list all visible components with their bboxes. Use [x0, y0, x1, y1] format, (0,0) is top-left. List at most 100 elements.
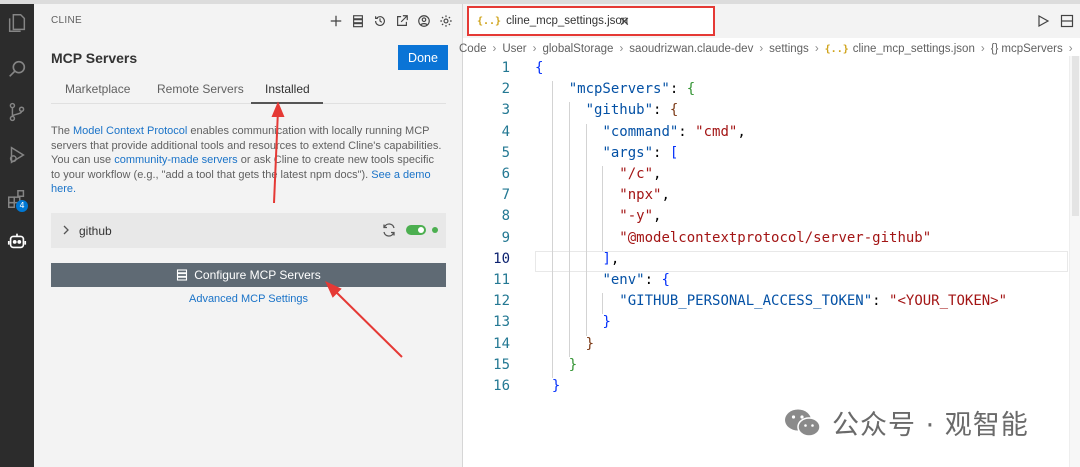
cline-robot-icon[interactable] — [2, 226, 32, 256]
popout-icon[interactable] — [393, 12, 410, 29]
refresh-icon[interactable] — [381, 222, 397, 238]
extensions-icon[interactable]: 4 — [2, 184, 32, 214]
tab-installed[interactable]: Installed — [265, 82, 310, 96]
code-line[interactable]: 6 "/c", — [463, 166, 1068, 187]
cline-panel: CLINE MCP Servers Done Marketplace Remot… — [34, 4, 463, 467]
configure-label: Configure MCP Servers — [194, 268, 321, 282]
line-number: 12 — [493, 293, 510, 310]
code-token: , — [610, 250, 620, 267]
code-line[interactable]: 9 "@modelcontextprotocol/server-github" — [463, 230, 1068, 251]
object-icon: {} — [990, 43, 999, 55]
code-line[interactable]: 7 "npx", — [463, 187, 1068, 208]
code-line[interactable]: 14 } — [463, 336, 1068, 357]
tab-remote-servers[interactable]: Remote Servers — [157, 82, 244, 96]
code-token: , — [737, 123, 746, 140]
code-line[interactable]: 12 "GITHUB_PERSONAL_ACCESS_TOKEN": "<YOU… — [463, 293, 1068, 314]
code-line[interactable]: 1{ — [463, 60, 1068, 81]
editor-tab-settings-json[interactable]: {..} cline_mcp_settings.json ✕ — [467, 6, 715, 36]
files-icon[interactable] — [2, 8, 32, 38]
breadcrumb-item[interactable]: User — [502, 43, 526, 55]
code-token: "mcpServers" — [568, 81, 670, 98]
line-content: } — [535, 336, 594, 352]
code-token: : — [678, 123, 696, 140]
breadcrumb-item[interactable]: Code — [459, 43, 487, 55]
line-content: } — [535, 378, 560, 394]
breadcrumb-item[interactable]: mcpServers — [1001, 43, 1062, 55]
code-token: "command" — [602, 123, 679, 140]
line-content: "args": [ — [535, 145, 678, 161]
code-token: : — [669, 81, 687, 98]
done-button[interactable]: Done — [398, 45, 448, 70]
code-token: { — [669, 102, 679, 119]
advanced-mcp-settings-link[interactable]: Advanced MCP Settings — [51, 293, 446, 305]
run-icon[interactable] — [1036, 14, 1050, 28]
indent-guide — [602, 293, 604, 315]
gear-icon[interactable] — [437, 12, 454, 29]
breadcrumb-item[interactable]: globalStorage — [542, 43, 613, 55]
code-token: { — [535, 60, 544, 76]
run-debug-icon[interactable] — [2, 140, 32, 170]
account-icon[interactable] — [415, 12, 432, 29]
history-icon[interactable] — [371, 12, 388, 29]
code-token: } — [585, 335, 595, 352]
split-editor-icon[interactable] — [1060, 14, 1074, 28]
model-context-protocol-link[interactable]: Model Context Protocol — [73, 125, 187, 137]
line-number: 2 — [501, 81, 510, 98]
code-token: : — [653, 102, 670, 119]
code-line[interactable]: 10 ], — [463, 250, 1068, 272]
code-token: "args" — [602, 144, 654, 161]
server-stack-icon[interactable] — [349, 12, 366, 29]
active-tab-indicator — [251, 102, 323, 104]
code-token: ] — [602, 250, 611, 267]
code-token: , — [661, 187, 670, 204]
code-token: { — [686, 81, 696, 98]
panel-title: CLINE — [51, 15, 82, 26]
code-line[interactable]: 15 } — [463, 357, 1068, 378]
line-content: "GITHUB_PERSONAL_ACCESS_TOKEN": "<YOUR_T… — [535, 293, 1007, 309]
server-row-github[interactable]: github — [51, 213, 446, 248]
community-servers-link[interactable]: community-made servers — [114, 154, 237, 166]
search-icon[interactable] — [2, 54, 32, 84]
code-token: } — [602, 314, 611, 331]
breadcrumb-separator: › — [1068, 43, 1073, 55]
code-token: , — [653, 166, 662, 182]
editor-scrollbar[interactable] — [1069, 56, 1080, 467]
breadcrumb-item[interactable]: saoudrizwan.claude-dev — [629, 43, 753, 55]
source-control-icon[interactable] — [2, 97, 32, 127]
line-content: "/c", — [535, 166, 661, 182]
close-icon[interactable]: ✕ — [619, 14, 630, 30]
line-content: "github": { — [535, 102, 679, 119]
line-content: ], — [535, 251, 619, 267]
code-line[interactable]: 3 "github": { — [463, 102, 1068, 123]
code-token: { — [661, 272, 670, 288]
plus-icon[interactable] — [327, 12, 344, 29]
tab-marketplace[interactable]: Marketplace — [65, 82, 130, 96]
line-number: 13 — [493, 314, 510, 331]
code-token: : — [872, 293, 890, 310]
code-line[interactable]: 2 "mcpServers": { — [463, 81, 1068, 102]
code-token: "github" — [585, 102, 654, 119]
breadcrumb-item[interactable]: cline_mcp_settings.json — [853, 43, 975, 55]
code-token: "env" — [602, 272, 645, 288]
server-stack-icon — [177, 269, 188, 281]
chevron-right-icon[interactable] — [60, 223, 72, 237]
code-line[interactable]: 16 } — [463, 378, 1068, 399]
scrollbar-thumb[interactable] — [1072, 56, 1079, 216]
code-line[interactable]: 8 "-y", — [463, 208, 1068, 229]
code-token: "/c" — [619, 166, 654, 182]
breadcrumb-item[interactable]: settings — [769, 43, 809, 55]
code-line[interactable]: 5 "args": [ — [463, 145, 1068, 166]
line-content: "env": { — [535, 272, 670, 288]
code-line[interactable]: 13 } — [463, 314, 1068, 335]
server-enabled-toggle[interactable] — [406, 225, 426, 235]
code-line[interactable]: 11 "env": { — [463, 272, 1068, 293]
line-number: 1 — [501, 60, 510, 76]
code-line[interactable]: 4 "command": "cmd", — [463, 124, 1068, 145]
configure-mcp-servers-button[interactable]: Configure MCP Servers — [51, 263, 446, 287]
